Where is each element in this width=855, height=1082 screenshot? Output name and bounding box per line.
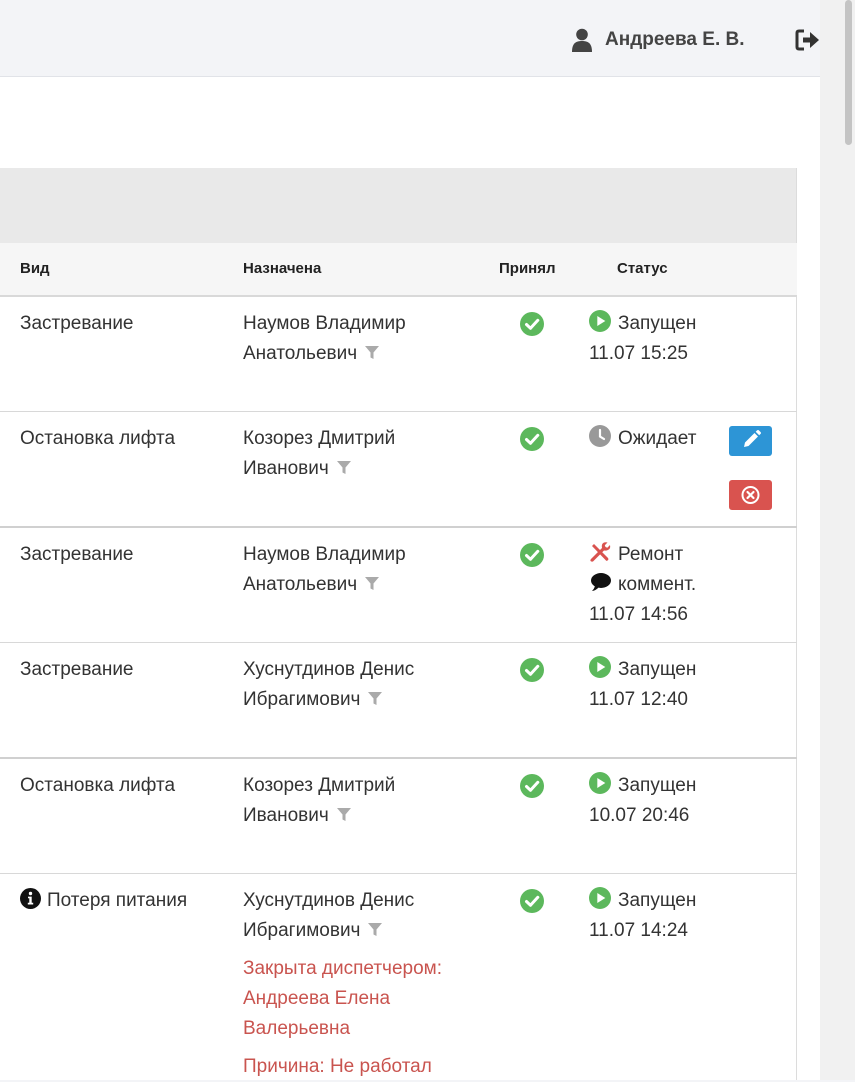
play-icon	[589, 772, 611, 794]
scrollbar-thumb[interactable]	[845, 0, 852, 145]
assigned-name-line: Наумов Владимир	[243, 544, 406, 565]
status-time: 11.07 15:25	[589, 343, 688, 364]
row-assigned: Хуснутдинов Денис Ибрагимович Закрыта ди…	[243, 886, 493, 1082]
table-header: Вид Назначена Принял Статус	[0, 243, 797, 297]
user-name[interactable]: Андреева Е. В.	[605, 28, 745, 52]
row-status: Ожидает	[589, 424, 729, 454]
pencil-icon	[744, 429, 762, 447]
accepted-check-icon	[520, 312, 544, 336]
accepted-check-icon	[520, 543, 544, 567]
comment-text[interactable]: коммент.	[618, 574, 696, 595]
column-header-status[interactable]: Статус	[617, 260, 668, 278]
content-panel: Вид Назначена Принял Статус Застревание …	[0, 77, 820, 1080]
accepted-check-icon	[520, 658, 544, 682]
filter-icon[interactable]	[368, 692, 382, 706]
closed-by-name: Валерьевна	[243, 1018, 351, 1039]
table-row[interactable]: Застревание Наумов Владимир Анатольевич …	[0, 528, 797, 643]
accepted-check-icon	[520, 889, 544, 913]
page-scrollbar[interactable]	[820, 0, 855, 1080]
accepted-check-icon	[520, 427, 544, 451]
filter-icon[interactable]	[337, 808, 351, 822]
play-icon	[589, 887, 611, 909]
status-time: 11.07 14:24	[589, 920, 688, 941]
assigned-name-line: Ибрагимович	[243, 689, 361, 710]
assigned-name-line: Иванович	[243, 805, 329, 826]
row-kind: Остановка лифта	[20, 775, 176, 796]
table-row[interactable]: Потеря питания Хуснутдинов Денис Ибрагим…	[0, 874, 797, 1080]
row-assigned: Наумов Владимир Анатольевич	[243, 309, 493, 369]
assigned-name-line: Анатольевич	[243, 574, 358, 595]
status-text: Ремонт	[618, 544, 684, 565]
row-assigned: Козорез Дмитрий Иванович	[243, 771, 493, 831]
edit-button[interactable]	[729, 426, 772, 456]
wrench-icon	[590, 542, 611, 562]
assigned-name-line: Козорез Дмитрий	[243, 775, 396, 796]
status-text: Ожидает	[618, 428, 697, 449]
play-icon	[589, 310, 611, 332]
times-circle-icon	[741, 486, 760, 504]
row-status: Ремонт коммент. 11.07 14:56	[589, 540, 729, 630]
row-kind: Потеря питания	[20, 886, 187, 916]
assigned-name-line: Наумов Владимир	[243, 313, 406, 334]
row-status: Запущен 11.07 12:40	[589, 655, 729, 715]
row-kind: Застревание	[20, 313, 134, 334]
play-icon	[589, 656, 611, 678]
info-icon[interactable]	[20, 888, 41, 909]
assigned-name-line: Хуснутдинов Денис	[243, 890, 415, 911]
filter-icon[interactable]	[365, 346, 379, 360]
table-row[interactable]: Застревание Наумов Владимир Анатольевич …	[0, 297, 797, 412]
accepted-check-icon	[520, 774, 544, 798]
status-text: Запущен	[618, 775, 697, 796]
table-toolbar	[0, 168, 797, 243]
top-bar: Андреева Е. В.	[0, 0, 820, 77]
status-text: Запущен	[618, 313, 697, 334]
row-kind: Застревание	[20, 659, 134, 680]
assigned-name-line: Хуснутдинов Денис	[243, 659, 415, 680]
assigned-name-line: Козорез Дмитрий	[243, 428, 396, 449]
filter-icon[interactable]	[365, 577, 379, 591]
assigned-name-line: Ибрагимович	[243, 920, 361, 941]
row-assigned: Наумов Владимир Анатольевич	[243, 540, 493, 600]
row-status: Запущен 11.07 14:24	[589, 886, 729, 946]
row-kind-text: Потеря питания	[47, 890, 188, 911]
filter-icon[interactable]	[337, 461, 351, 475]
assigned-name-line: Иванович	[243, 458, 329, 479]
closed-by-name: Андреева Елена	[243, 988, 391, 1009]
row-kind: Застревание	[20, 544, 134, 565]
status-text: Запущен	[618, 659, 697, 680]
row-status: Запущен 10.07 20:46	[589, 771, 729, 831]
comment-icon[interactable]	[589, 571, 611, 593]
row-status: Запущен 11.07 15:25	[589, 309, 729, 369]
column-header-assigned[interactable]: Назначена	[243, 260, 321, 278]
status-text: Запущен	[618, 890, 697, 911]
column-header-accepted[interactable]: Принял	[499, 260, 556, 278]
filter-icon[interactable]	[368, 923, 382, 937]
row-kind: Остановка лифта	[20, 428, 176, 449]
assigned-name-line: Анатольевич	[243, 343, 358, 364]
column-header-kind[interactable]: Вид	[20, 260, 50, 278]
status-time: 11.07 14:56	[589, 604, 688, 625]
user-icon	[572, 28, 592, 52]
table-row[interactable]: Застревание Хуснутдинов Денис Ибрагимови…	[0, 643, 797, 759]
cancel-button[interactable]	[729, 480, 772, 510]
clock-icon	[589, 425, 611, 447]
status-time: 11.07 12:40	[589, 689, 688, 710]
logout-icon[interactable]	[795, 29, 821, 51]
status-time: 10.07 20:46	[589, 805, 690, 826]
close-reason: Причина: Не работал	[243, 1056, 432, 1077]
row-assigned: Хуснутдинов Денис Ибрагимович	[243, 655, 493, 715]
table-row[interactable]: Остановка лифта Козорез Дмитрий Иванович…	[0, 759, 797, 874]
closed-by-label: Закрыта диспетчером:	[243, 958, 442, 979]
table-row[interactable]: Остановка лифта Козорез Дмитрий Иванович…	[0, 412, 797, 528]
row-assigned: Козорез Дмитрий Иванович	[243, 424, 493, 484]
